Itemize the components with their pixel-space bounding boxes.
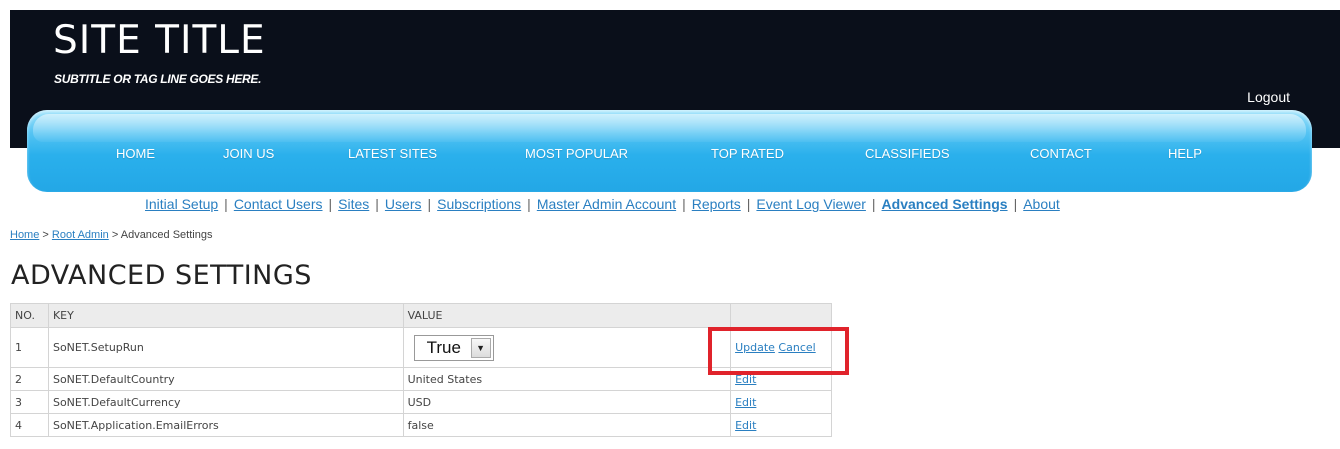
table-header-row: NO. KEY VALUE [10, 303, 832, 328]
submenu-separator: | [224, 196, 228, 212]
nav-gloss [33, 114, 1306, 142]
submenu-about[interactable]: About [1023, 196, 1060, 212]
cell-value: United States [402, 367, 732, 391]
nav-contact[interactable]: CONTACT [1030, 146, 1092, 161]
nav-latest-sites[interactable]: LATEST SITES [348, 146, 437, 161]
cell-key: SoNET.DefaultCurrency [47, 390, 404, 414]
cell-key: SoNET.SetupRun [47, 327, 404, 368]
value-select-text: True [426, 337, 461, 357]
submenu-separator: | [328, 196, 333, 212]
cell-no: 2 [10, 367, 49, 391]
breadcrumb-current: Advanced Settings [120, 229, 213, 241]
submenu-separator: | [871, 196, 876, 212]
main-nav-bar [27, 110, 1312, 192]
submenu-separator: | [527, 196, 531, 212]
cell-actions: Update Cancel [730, 327, 832, 368]
submenu-initial-setup[interactable]: Initial Setup [145, 196, 218, 212]
update-link[interactable]: Update [735, 341, 775, 354]
cell-key: SoNET.Application.EmailErrors [47, 413, 404, 437]
submenu-users[interactable]: Users [385, 196, 422, 212]
cell-value: USD [402, 390, 732, 414]
submenu-master-admin-account[interactable]: Master Admin Account [537, 196, 676, 212]
nav-join-us[interactable]: JOIN US [223, 146, 274, 161]
header-value: VALUE [402, 303, 732, 328]
header-no: NO. [10, 303, 49, 328]
breadcrumb: Home > Root Admin > Advanced Settings [10, 229, 212, 241]
header-actions [730, 303, 832, 328]
submenu-subscriptions[interactable]: Subscriptions [437, 196, 521, 212]
submenu-sites[interactable]: Sites [338, 196, 369, 212]
cancel-link[interactable]: Cancel [778, 341, 815, 354]
table-row-editing: 1 SoNET.SetupRun True ▼ Update Cancel [10, 327, 832, 368]
submenu-separator: | [375, 196, 379, 212]
submenu-separator: | [427, 196, 432, 212]
submenu-separator: | [1013, 196, 1018, 212]
table-row: 4 SoNET.Application.EmailErrors false Ed… [10, 413, 832, 437]
page-title: ADVANCED SETTINGS [11, 260, 312, 291]
nav-help[interactable]: HELP [1168, 146, 1202, 161]
settings-table: NO. KEY VALUE 1 SoNET.SetupRun True ▼ Up… [10, 303, 832, 437]
table-row: 3 SoNET.DefaultCurrency USD Edit [10, 390, 832, 414]
cell-actions: Edit [730, 413, 832, 437]
chevron-down-icon[interactable]: ▼ [470, 337, 491, 358]
edit-link[interactable]: Edit [735, 419, 756, 432]
cell-actions: Edit [730, 390, 832, 414]
cell-value: True ▼ [402, 327, 732, 368]
cell-no: 4 [10, 413, 49, 437]
header-key: KEY [47, 303, 404, 328]
submenu-reports[interactable]: Reports [692, 196, 741, 212]
cell-no: 3 [10, 390, 49, 414]
submenu-contact-users[interactable]: Contact Users [234, 196, 323, 212]
edit-link[interactable]: Edit [735, 396, 756, 409]
cell-no: 1 [10, 327, 49, 368]
admin-submenu: Initial Setup | Contact Users | Sites | Users |… [145, 196, 1060, 212]
nav-top-rated[interactable]: TOP RATED [711, 146, 784, 161]
logout-link[interactable]: Logout [1247, 89, 1290, 105]
breadcrumb-separator: > [111, 229, 119, 241]
cell-actions: Edit [730, 367, 832, 391]
breadcrumb-root-admin[interactable]: Root Admin [52, 229, 109, 241]
submenu-advanced-settings[interactable]: Advanced Settings [882, 196, 1008, 212]
site-subtitle: SUBTITLE OR TAG LINE GOES HERE. [54, 72, 262, 86]
nav-classifieds[interactable]: CLASSIFIEDS [865, 146, 950, 161]
nav-home[interactable]: HOME [116, 146, 155, 161]
cell-value: false [402, 413, 732, 437]
submenu-separator: | [746, 196, 751, 212]
cell-key: SoNET.DefaultCountry [47, 367, 404, 391]
submenu-separator: | [682, 196, 686, 212]
breadcrumb-separator: > [42, 229, 49, 241]
breadcrumb-home[interactable]: Home [10, 229, 39, 241]
site-title: SITE TITLE [53, 18, 266, 63]
submenu-event-log-viewer[interactable]: Event Log Viewer [756, 196, 865, 212]
nav-most-popular[interactable]: MOST POPULAR [525, 146, 628, 161]
edit-link[interactable]: Edit [735, 373, 756, 386]
value-select[interactable]: True ▼ [413, 334, 494, 361]
table-row: 2 SoNET.DefaultCountry United States Edi… [10, 367, 832, 391]
